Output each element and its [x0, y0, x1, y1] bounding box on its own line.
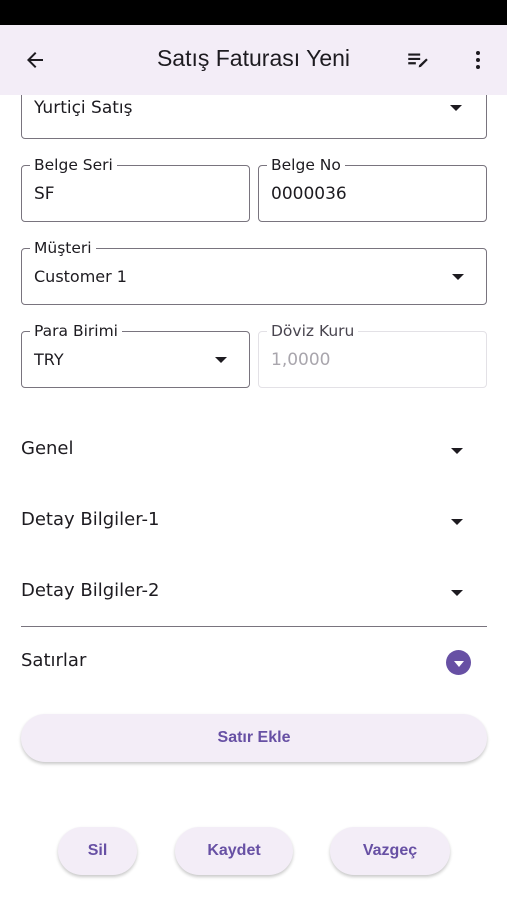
- belge-no-field[interactable]: Belge No 0000036: [258, 155, 487, 222]
- save-button[interactable]: Kaydet: [175, 827, 293, 875]
- section-detay-bilgiler-2[interactable]: Detay Bilgiler-2: [21, 572, 487, 612]
- cancel-button[interactable]: Vazgeç: [330, 827, 450, 875]
- doviz-kuru-label: Döviz Kuru: [267, 321, 359, 341]
- add-line-button[interactable]: Satır Ekle: [21, 714, 487, 762]
- status-bar: [0, 0, 507, 25]
- section-satirlar[interactable]: Satırlar: [21, 642, 487, 682]
- musteri-label: Müşteri: [30, 238, 96, 258]
- chevron-down-icon: [451, 590, 463, 596]
- belge-seri-field[interactable]: Belge Seri SF: [21, 155, 250, 222]
- musteri-dropdown[interactable]: Müşteri Customer 1: [21, 238, 487, 305]
- belge-seri-value: SF: [34, 184, 55, 204]
- expand-circle-down-icon[interactable]: [446, 650, 471, 675]
- doviz-kuru-value: 1,0000: [271, 350, 331, 370]
- sales-type-value: Yurtiçi Satış: [34, 98, 133, 118]
- section-detay-bilgiler-1-label: Detay Bilgiler-1: [21, 509, 160, 530]
- belge-no-value: 0000036: [271, 184, 347, 204]
- playlist-edit-icon[interactable]: [403, 45, 433, 75]
- app-bar: Satış Faturası Yeni: [0, 25, 507, 95]
- form-scroll-area[interactable]: Yurtiçi Satış Belge Seri SF Belge No 000…: [0, 95, 507, 900]
- sales-type-dropdown[interactable]: Yurtiçi Satış: [21, 95, 487, 139]
- delete-button[interactable]: Sil: [58, 827, 137, 875]
- section-detay-bilgiler-2-label: Detay Bilgiler-2: [21, 580, 160, 601]
- chevron-down-icon: [451, 448, 463, 454]
- section-genel[interactable]: Genel: [21, 430, 487, 470]
- para-birimi-dropdown[interactable]: Para Birimi TRY: [21, 321, 250, 388]
- belge-no-label: Belge No: [267, 155, 345, 175]
- para-birimi-value: TRY: [34, 350, 64, 369]
- chevron-down-icon: [452, 274, 464, 280]
- more-vert-icon[interactable]: [463, 45, 493, 75]
- chevron-down-icon: [450, 105, 462, 111]
- section-divider: [21, 626, 487, 627]
- chevron-down-icon: [451, 519, 463, 525]
- belge-seri-label: Belge Seri: [30, 155, 117, 175]
- musteri-value: Customer 1: [34, 267, 127, 286]
- doviz-kuru-field: Döviz Kuru 1,0000: [258, 321, 487, 388]
- section-detay-bilgiler-1[interactable]: Detay Bilgiler-1: [21, 501, 487, 541]
- section-satirlar-label: Satırlar: [21, 650, 87, 671]
- section-genel-label: Genel: [21, 438, 74, 459]
- chevron-down-icon: [215, 357, 227, 363]
- para-birimi-label: Para Birimi: [30, 321, 122, 341]
